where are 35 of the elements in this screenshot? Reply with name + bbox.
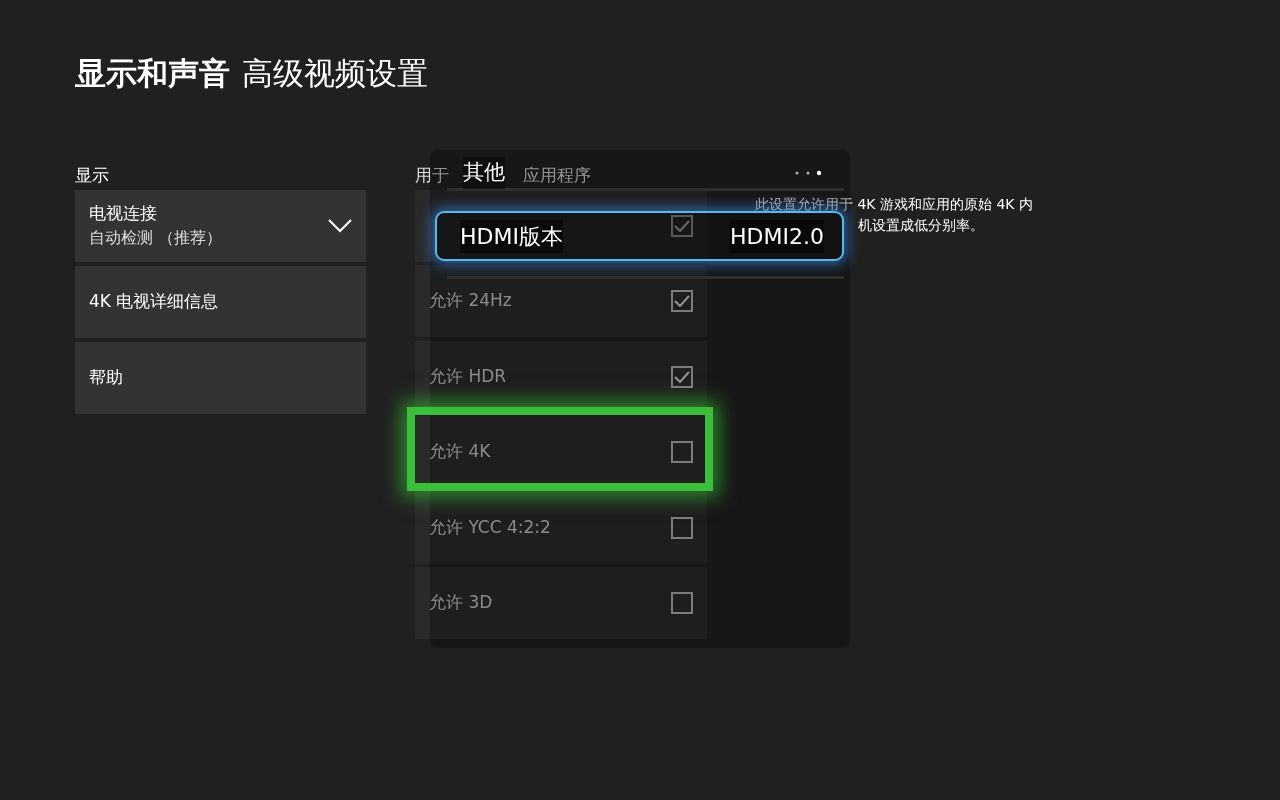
checkbox[interactable] [671, 290, 693, 312]
setting-label: 允许 4K [429, 440, 491, 464]
setting-row[interactable]: 允许 YCC 4:2:2 [415, 491, 707, 564]
menu-item[interactable]: 4K 电视详细信息 [75, 265, 366, 338]
section-title: 显示和声音 [75, 54, 230, 93]
checkmark-icon [674, 370, 690, 383]
checkbox[interactable] [671, 214, 693, 237]
setting-row[interactable]: 允许 24Hz [415, 265, 707, 337]
dropdown-label: 电视连接 [89, 201, 158, 225]
setting-label: 允许 24Hz [429, 289, 512, 313]
item-label: HDMI版本 [460, 219, 563, 253]
column-heading: 应用程序 [523, 163, 591, 187]
item-value: HDMI2.0 [730, 219, 824, 253]
setting-label: 允许 HDR [429, 364, 507, 388]
checkbox[interactable] [671, 365, 693, 388]
description-text: 机设置成低分别率。 [858, 215, 984, 235]
checkbox[interactable] [671, 592, 693, 614]
dropdown-value: 自动检测 （推荐） [89, 227, 223, 250]
panel-title: 其他 [463, 157, 505, 189]
checkbox[interactable] [671, 516, 693, 539]
chevron-down-icon [328, 218, 352, 233]
checkbox[interactable] [671, 441, 693, 463]
setting-label: 允许 YCC 4:2:2 [429, 515, 551, 539]
setting-row[interactable]: 允许 3D [415, 567, 707, 639]
checkmark-icon [674, 219, 690, 232]
column-heading: 显示 [75, 163, 110, 187]
dots-icon [794, 170, 822, 176]
page-title: 高级视频设置 [242, 54, 428, 93]
setting-label: 允许 3D [429, 591, 493, 615]
checkmark-icon [674, 295, 690, 307]
panel-item[interactable]: HDMI版本 HDMI2.0 [435, 211, 844, 261]
menu-item[interactable]: 帮助 [75, 341, 366, 414]
dropdown-field[interactable]: 电视连接 自动检测 （推荐） [75, 189, 366, 262]
description-text: 此设置允许用于 4K 游戏和应用的原始 4K 内 [755, 194, 1033, 214]
column-heading: 用于 [415, 163, 449, 187]
